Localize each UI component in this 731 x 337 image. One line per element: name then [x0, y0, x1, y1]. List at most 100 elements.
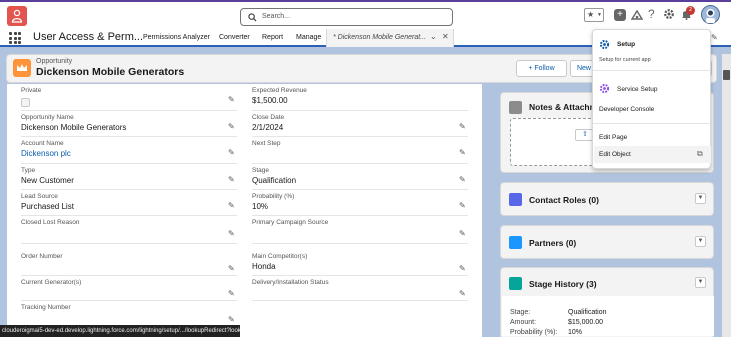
field-tracking-number: Tracking Number — [21, 304, 71, 313]
stage-history-icon — [509, 277, 522, 290]
edit-private-pencil-icon[interactable]: ✎ — [228, 95, 235, 104]
trailhead-icon[interactable] — [630, 9, 644, 23]
setup-subtitle: Setup for current app — [599, 57, 651, 63]
person-icon — [11, 9, 23, 23]
nav-item-report[interactable]: Report — [262, 34, 283, 41]
field-lead-source: Lead Source Purchased List — [21, 193, 74, 211]
search-placeholder: Search... — [262, 13, 291, 20]
edit-current-generators-pencil-icon[interactable]: ✎ — [228, 289, 235, 298]
field-current-generators: Current Generator(s) — [21, 279, 81, 288]
edit-main-competitors-pencil-icon[interactable]: ✎ — [459, 264, 466, 273]
tab-dickenson-mobile-generators[interactable]: * Dickenson Mobile Generat... ⌄ ✕ — [326, 29, 454, 47]
edit-page-menu-item[interactable]: Edit Page — [599, 134, 627, 141]
field-main-competitors: Main Competitor(s) Honda — [252, 253, 307, 271]
contact-roles-card: Contact Roles (0) ▼ — [500, 182, 714, 216]
field-delivery-installation-status: Delivery/Installation Status — [252, 279, 329, 288]
stage-history-card: Stage History (3) ▼ Stage: Qualification … — [500, 267, 714, 337]
field-opportunity-name: Opportunity Name Dickenson Mobile Genera… — [21, 114, 126, 132]
service-setup-gear-icon — [599, 83, 610, 94]
field-label: Primary Campaign Source — [252, 219, 329, 226]
global-actions-add-icon[interactable]: + — [614, 9, 626, 21]
edit-nav-pencil-icon[interactable]: ✎ — [711, 33, 718, 42]
app-logo[interactable] — [7, 6, 27, 26]
notification-count-badge: 2 — [686, 6, 695, 15]
edit-lead-source-pencil-icon[interactable]: ✎ — [228, 201, 235, 210]
edit-account-name-pencil-icon[interactable]: ✎ — [228, 148, 235, 157]
app-launcher-icon[interactable] — [9, 32, 21, 44]
app-name: User Access & Perm... — [33, 31, 144, 43]
favorites-button[interactable]: ★ ▼ — [584, 8, 604, 22]
edit-stage-pencil-icon[interactable]: ✎ — [459, 175, 466, 184]
search-icon — [248, 13, 257, 22]
stage-history-title[interactable]: Stage History (3) — [529, 279, 597, 289]
field-label: Order Number — [21, 253, 63, 260]
edit-probability-pencil-icon[interactable]: ✎ — [459, 201, 466, 210]
account-name-link[interactable]: Dickenson plc — [21, 149, 71, 158]
field-label: Stage — [252, 167, 269, 174]
edit-opportunity-name-pencil-icon[interactable]: ✎ — [228, 122, 235, 131]
field-close-date: Close Date 2/1/2024 — [252, 114, 284, 132]
follow-button[interactable]: + Follow — [516, 60, 567, 77]
field-label: Main Competitor(s) — [252, 253, 308, 260]
private-checkbox — [21, 98, 30, 107]
field-type: Type New Customer — [21, 167, 74, 185]
partners-title[interactable]: Partners (0) — [529, 238, 576, 248]
details-panel: Private ✎ Opportunity Name Dickenson Mob… — [7, 84, 482, 337]
stage-history-row: Stage: Qualification — [510, 309, 607, 316]
partners-menu-chevron-icon[interactable]: ▼ — [695, 236, 706, 247]
close-icon[interactable]: ✕ — [442, 32, 449, 41]
field-label: Delivery/Installation Status — [252, 279, 329, 286]
field-label: Type — [21, 167, 36, 174]
field-probability: Probability (%) 10% — [252, 193, 294, 211]
field-value: Dickenson Mobile Generators — [21, 123, 127, 132]
tab-label: * Dickenson Mobile Generat... — [333, 34, 426, 41]
edit-type-pencil-icon[interactable]: ✎ — [228, 175, 235, 184]
field-label: Probability (%) — [252, 193, 295, 200]
global-search-input[interactable]: Search... — [240, 8, 453, 26]
help-icon[interactable]: ? — [648, 7, 655, 21]
partners-icon — [509, 236, 522, 249]
global-header: Search... ★ ▼ + ? 2 — [0, 0, 731, 29]
nav-item-permissions-analyzer[interactable]: Permissions Analyzer — [143, 34, 210, 41]
field-label: Closed Lost Reason — [21, 219, 80, 226]
field-private: Private — [21, 87, 41, 107]
record-object-label: Opportunity — [36, 58, 73, 65]
nav-item-manage[interactable]: Manage — [296, 34, 321, 41]
edit-delivery-status-pencil-icon[interactable]: ✎ — [459, 289, 466, 298]
field-label: Next Step — [252, 140, 281, 147]
contact-roles-title[interactable]: Contact Roles (0) — [529, 195, 599, 205]
edit-primary-campaign-pencil-icon[interactable]: ✎ — [459, 229, 466, 238]
field-value: Honda — [252, 262, 276, 271]
gear-icon[interactable] — [663, 8, 675, 22]
developer-console-menu-item[interactable]: Developer Console — [599, 106, 654, 113]
contact-roles-menu-chevron-icon[interactable]: ▼ — [695, 193, 706, 204]
external-link-icon: ⧉ — [697, 149, 703, 158]
nav-item-converter[interactable]: Converter — [219, 34, 250, 41]
chevron-down-icon: ▼ — [597, 12, 602, 18]
notes-attachments-title[interactable]: Notes & Attachm — [529, 102, 597, 112]
chevron-down-icon[interactable]: ⌄ — [430, 32, 437, 41]
edit-order-number-pencil-icon[interactable]: ✎ — [228, 264, 235, 273]
field-label: Lead Source — [21, 193, 58, 200]
field-value: Purchased List — [21, 202, 74, 211]
field-label: Expected Revenue — [252, 87, 307, 94]
field-value: 2/1/2024 — [252, 123, 284, 132]
stage-history-menu-chevron-icon[interactable]: ▼ — [695, 277, 706, 288]
opportunity-crown-icon — [13, 59, 31, 77]
stage-history-row: Probability (%): 10% — [510, 329, 583, 336]
stage-history-row: Amount: $15,000.00 — [510, 319, 604, 326]
service-setup-menu-item[interactable]: Service Setup — [617, 86, 657, 93]
edit-next-step-pencil-icon[interactable]: ✎ — [459, 148, 466, 157]
field-value: New Customer — [21, 176, 74, 185]
edit-close-date-pencil-icon[interactable]: ✎ — [459, 122, 466, 131]
scroll-collapse-handle[interactable] — [723, 70, 730, 80]
page-scrollbar[interactable] — [722, 54, 731, 337]
field-label: Current Generator(s) — [21, 279, 82, 286]
user-avatar[interactable] — [701, 5, 720, 24]
setup-menu-item[interactable]: Setup — [617, 41, 635, 48]
contact-roles-icon — [509, 193, 522, 206]
edit-tracking-number-pencil-icon[interactable]: ✎ — [228, 315, 235, 324]
edit-closed-lost-reason-pencil-icon[interactable]: ✎ — [228, 229, 235, 238]
edit-object-menu-item[interactable]: Edit Object — [599, 151, 631, 158]
field-label: Tracking Number — [21, 304, 71, 311]
